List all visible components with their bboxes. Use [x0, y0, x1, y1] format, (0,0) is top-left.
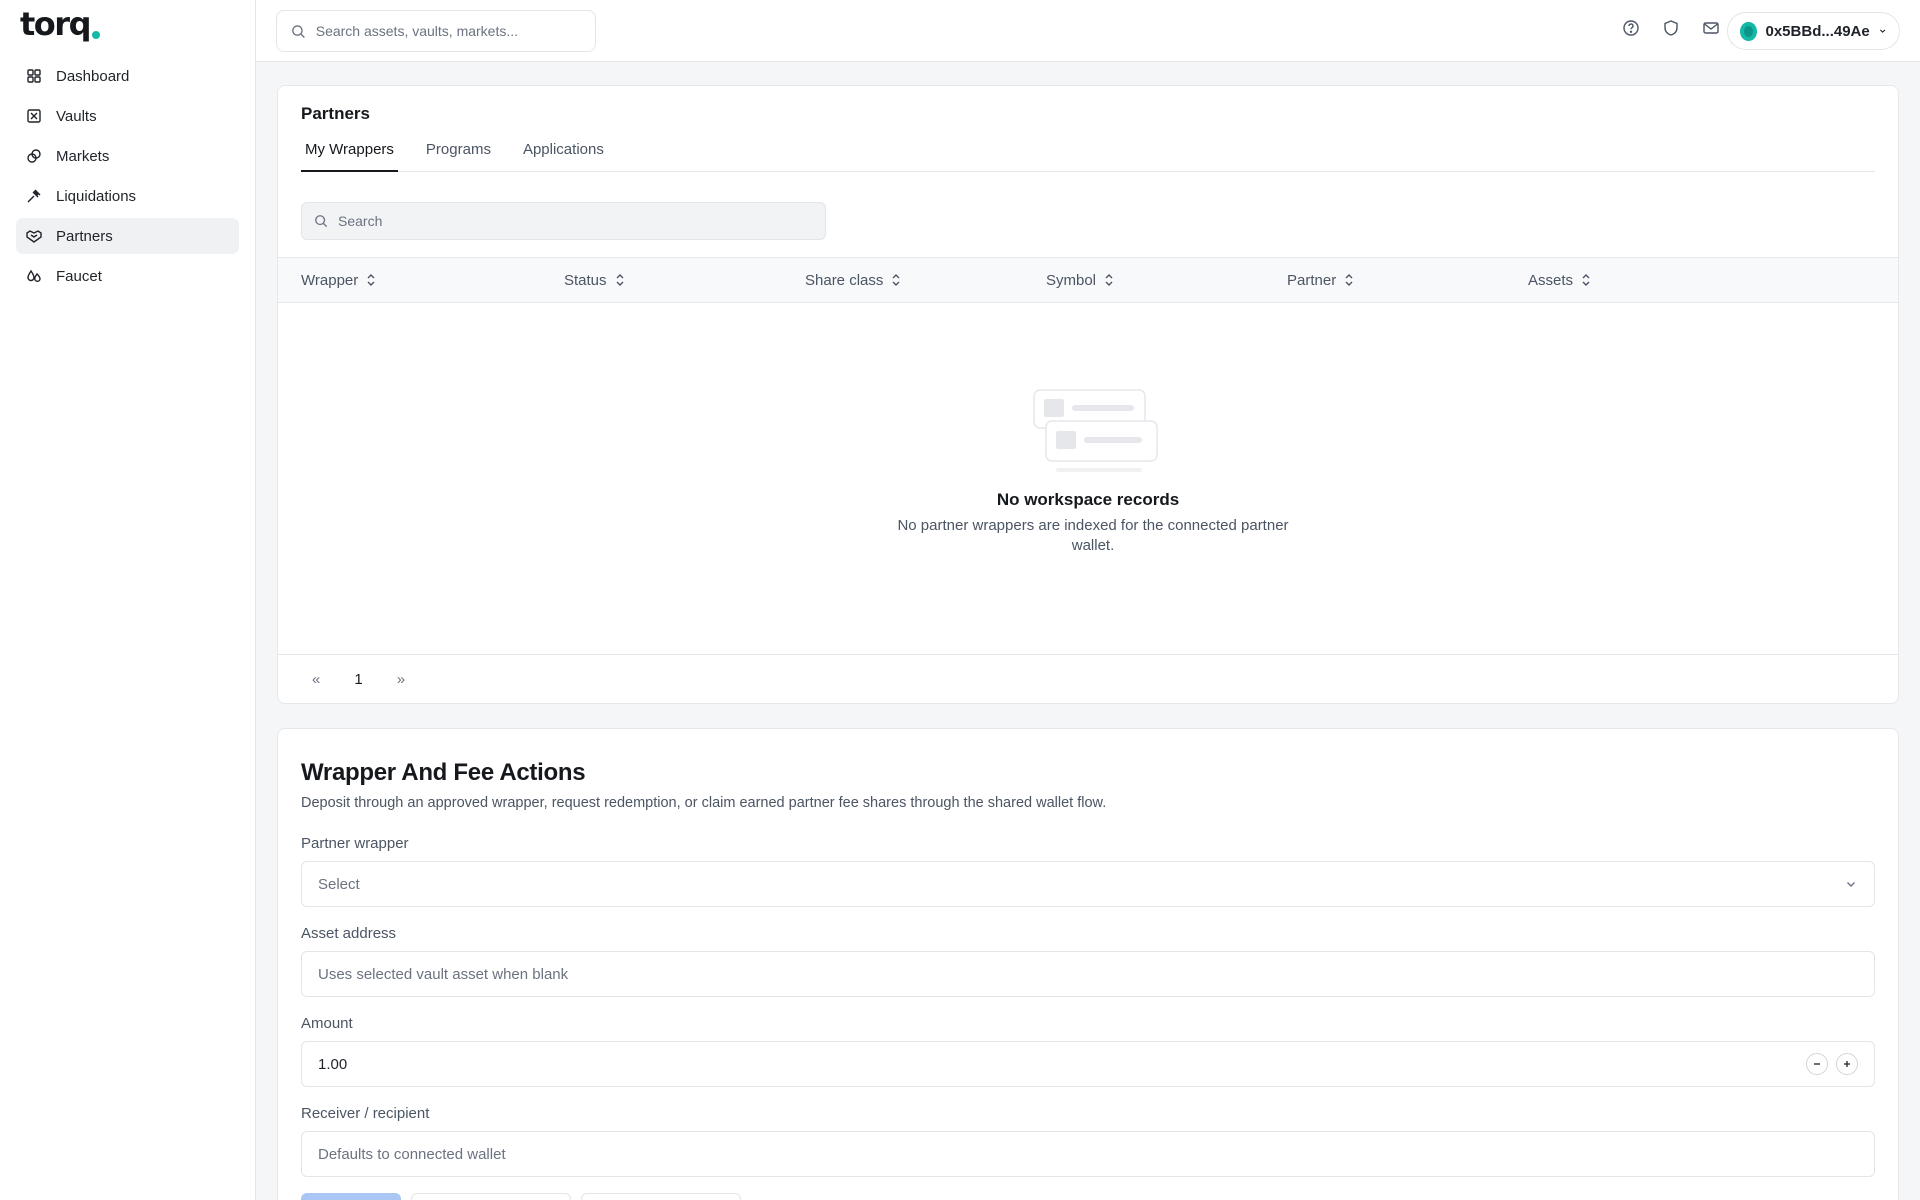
- sidebar-item-faucet[interactable]: Faucet: [16, 258, 239, 294]
- sort-icon: [892, 274, 900, 286]
- sidebar-item-label: Markets: [56, 147, 110, 165]
- global-search-input[interactable]: [315, 23, 581, 39]
- plus-icon: [1844, 1061, 1850, 1067]
- empty-state-title: No workspace records: [996, 490, 1180, 509]
- sort-icon: [1582, 274, 1590, 286]
- column-header-symbol[interactable]: Symbol: [1046, 258, 1114, 302]
- table-header: Wrapper Status Share class Symbol Partne…: [278, 257, 1898, 303]
- increment-button[interactable]: [1836, 1053, 1858, 1075]
- wrapper-fee-actions-card: Wrapper And Fee Actions Deposit through …: [277, 728, 1899, 1200]
- column-label: Symbol: [1046, 271, 1097, 289]
- partner-wrapper-label: Partner wrapper: [301, 835, 409, 852]
- column-label: Status: [564, 271, 607, 289]
- coins-icon: [27, 149, 41, 163]
- wallet-address: 0x5BBd...49Ae: [1765, 22, 1870, 40]
- tertiary-action-button[interactable]: [581, 1193, 741, 1200]
- receiver-input[interactable]: [318, 1145, 1858, 1163]
- sidebar-item-vaults[interactable]: Vaults: [16, 98, 239, 134]
- sidebar-item-markets[interactable]: Markets: [16, 138, 239, 174]
- column-header-wrapper[interactable]: Wrapper: [301, 258, 376, 302]
- column-label: Wrapper: [301, 271, 359, 289]
- search-icon: [292, 24, 305, 38]
- sidebar-item-label: Vaults: [56, 107, 97, 125]
- sort-icon: [367, 274, 375, 286]
- column-label: Partner: [1287, 271, 1337, 289]
- sidebar-item-label: Dashboard: [56, 67, 130, 85]
- sidebar-item-dashboard[interactable]: Dashboard: [16, 58, 239, 94]
- help-icon[interactable]: [1622, 19, 1640, 37]
- pagination: « 1 »: [278, 654, 1898, 704]
- tab-my-wrappers[interactable]: My Wrappers: [301, 136, 398, 172]
- column-header-status[interactable]: Status: [564, 258, 625, 302]
- section-description: Deposit through an approved wrapper, req…: [301, 795, 1107, 811]
- empty-state-description: No partner wrappers are indexed for the …: [897, 517, 1289, 554]
- column-header-assets[interactable]: Assets: [1528, 258, 1591, 302]
- partner-wrapper-placeholder: Select: [318, 875, 360, 893]
- sidebar-item-label: Partners: [56, 227, 113, 245]
- sidebar-nav: Dashboard Vaults Markets Liquidations Pa…: [16, 58, 239, 298]
- asset-address-label: Asset address: [301, 925, 397, 942]
- wallet-avatar: [1740, 21, 1757, 41]
- receiver-label: Receiver / recipient: [301, 1105, 430, 1122]
- topbar: 0x5BBd...49Ae: [256, 0, 1920, 62]
- sort-icon: [1105, 274, 1113, 286]
- wrapper-search-input[interactable]: [338, 213, 798, 229]
- column-header-share-class[interactable]: Share class: [805, 258, 901, 302]
- mail-icon[interactable]: [1702, 19, 1720, 37]
- page-title: Partners: [301, 104, 370, 123]
- action-buttons: [301, 1193, 741, 1200]
- empty-records-illustration: [1033, 389, 1158, 472]
- partners-card: Partners My Wrappers Programs Applicatio…: [277, 85, 1899, 704]
- gavel-icon: [27, 189, 41, 203]
- tab-programs[interactable]: Programs: [422, 136, 495, 172]
- wrapper-search[interactable]: [301, 202, 826, 240]
- section-title: Wrapper And Fee Actions: [301, 759, 586, 786]
- global-search[interactable]: [276, 10, 596, 52]
- primary-action-button[interactable]: [301, 1193, 401, 1200]
- chevron-down-icon: [1879, 29, 1886, 33]
- vault-icon: [27, 109, 41, 123]
- logo-dot: [91, 31, 100, 39]
- pagination-page[interactable]: 1: [354, 671, 362, 688]
- receiver-field[interactable]: [301, 1131, 1875, 1177]
- grid-icon: [27, 69, 41, 83]
- amount-label: Amount: [301, 1015, 353, 1032]
- shield-icon[interactable]: [1662, 19, 1680, 37]
- sort-icon: [616, 274, 624, 286]
- sidebar: torq Dashboard Vaults Markets Liquidatio…: [0, 0, 256, 1200]
- chevron-down-icon: [1847, 882, 1855, 887]
- sort-icon: [1345, 274, 1353, 286]
- search-icon: [315, 215, 328, 228]
- column-header-partner[interactable]: Partner: [1287, 258, 1354, 302]
- amount-field[interactable]: [301, 1041, 1875, 1087]
- tab-applications[interactable]: Applications: [519, 136, 608, 172]
- sidebar-item-label: Liquidations: [56, 187, 137, 205]
- column-label: Share class: [805, 271, 884, 289]
- amount-input[interactable]: [318, 1055, 1798, 1073]
- sidebar-item-partners[interactable]: Partners: [16, 218, 239, 254]
- sidebar-item-label: Faucet: [56, 267, 102, 285]
- topbar-icons: [1622, 19, 1720, 37]
- column-label: Assets: [1528, 271, 1574, 289]
- wallet-button[interactable]: 0x5BBd...49Ae: [1727, 12, 1900, 50]
- secondary-action-button[interactable]: [411, 1193, 571, 1200]
- asset-address-field[interactable]: [301, 951, 1875, 997]
- sidebar-item-liquidations[interactable]: Liquidations: [16, 178, 239, 214]
- decrement-button[interactable]: [1806, 1053, 1828, 1075]
- partner-wrapper-select[interactable]: Select: [301, 861, 1875, 907]
- minus-icon: [1814, 1063, 1820, 1065]
- asset-address-input[interactable]: [318, 965, 1858, 983]
- handshake-icon: [26, 230, 42, 243]
- partners-tabs: My Wrappers Programs Applications: [301, 136, 1875, 172]
- logo-text: torq: [20, 5, 91, 43]
- pagination-next[interactable]: »: [397, 671, 405, 688]
- brand-logo[interactable]: torq: [20, 4, 100, 44]
- pagination-prev[interactable]: «: [312, 671, 320, 688]
- droplets-icon: [27, 269, 41, 282]
